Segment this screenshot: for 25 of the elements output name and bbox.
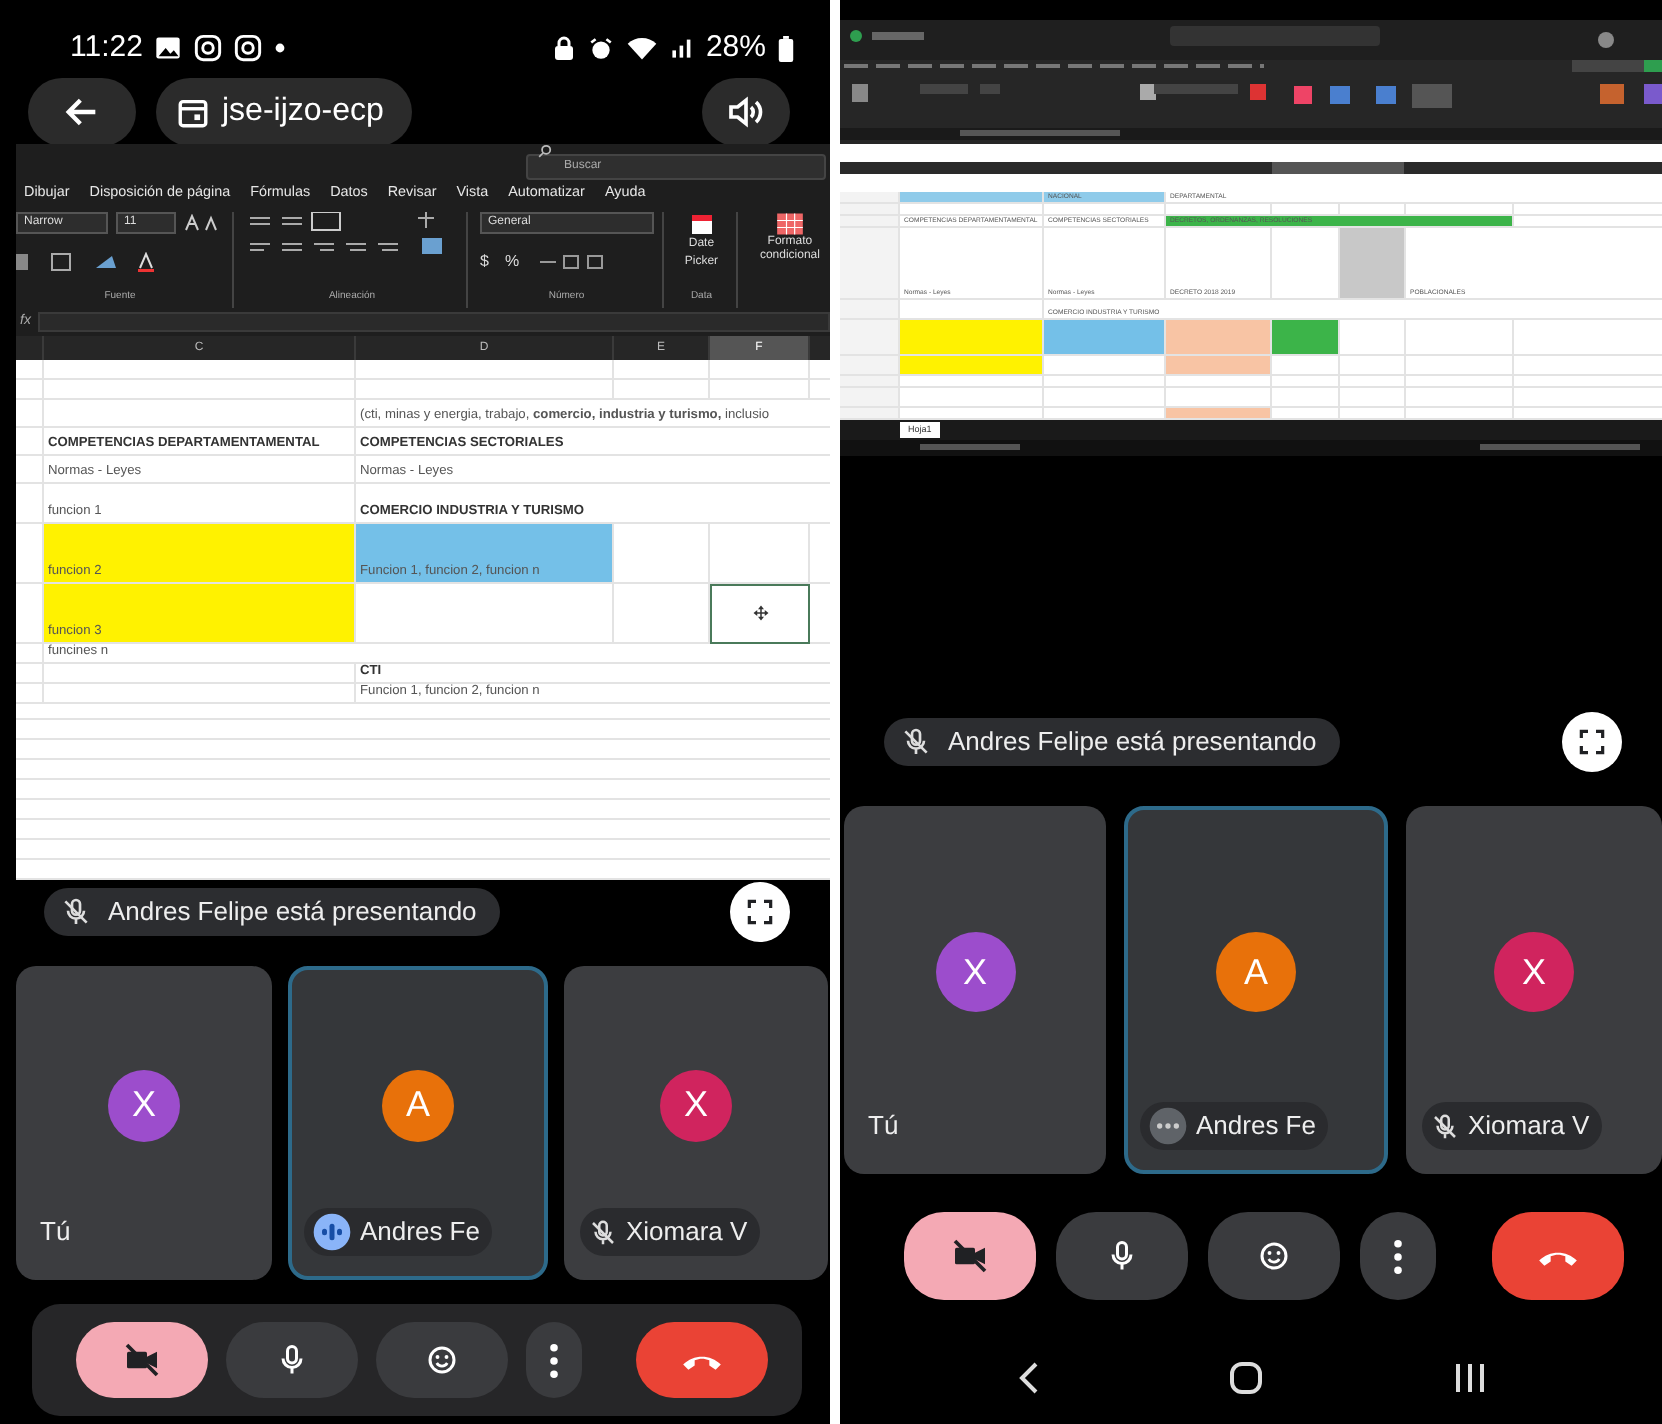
status-time: 11:22 (70, 27, 143, 68)
participant-name: Andres Fe (1196, 1108, 1316, 1145)
participant-name: Xiomara V (1468, 1108, 1590, 1145)
participant-tile[interactable]: X Xiomara V (564, 966, 828, 1280)
ribbon-symbol[interactable]: % (504, 249, 520, 274)
participant-tile[interactable]: A Andres Fe (288, 966, 548, 1280)
avatar: A (1216, 932, 1296, 1012)
avatar: X (660, 1069, 732, 1141)
participant-tile[interactable]: X Xiomara V (1406, 806, 1662, 1174)
avatar: X (935, 932, 1015, 1012)
participant-tile[interactable]: A Andres Fe (1124, 806, 1388, 1174)
participant-tile[interactable]: X Tú (844, 806, 1106, 1174)
ribbon-symbol[interactable]: $ (480, 249, 489, 274)
meeting-title-chip[interactable]: jse-ijzo-ecp (156, 78, 412, 146)
avatar: A (382, 1069, 454, 1141)
avatar: X (1494, 932, 1574, 1012)
presenting-label: Andres Felipe está presentando (948, 724, 1317, 761)
participant-name: Andres Fe (360, 1214, 480, 1251)
participant-name: Xiomara V (626, 1214, 748, 1251)
battery-level: 28% (705, 27, 766, 68)
presenting-label: Andres Felipe está presentando (108, 894, 477, 931)
avatar: X (108, 1069, 180, 1141)
participant-name: Tú (868, 1108, 899, 1145)
participant-tile[interactable]: X Tú (16, 966, 272, 1280)
participant-name: Tú (40, 1214, 71, 1251)
